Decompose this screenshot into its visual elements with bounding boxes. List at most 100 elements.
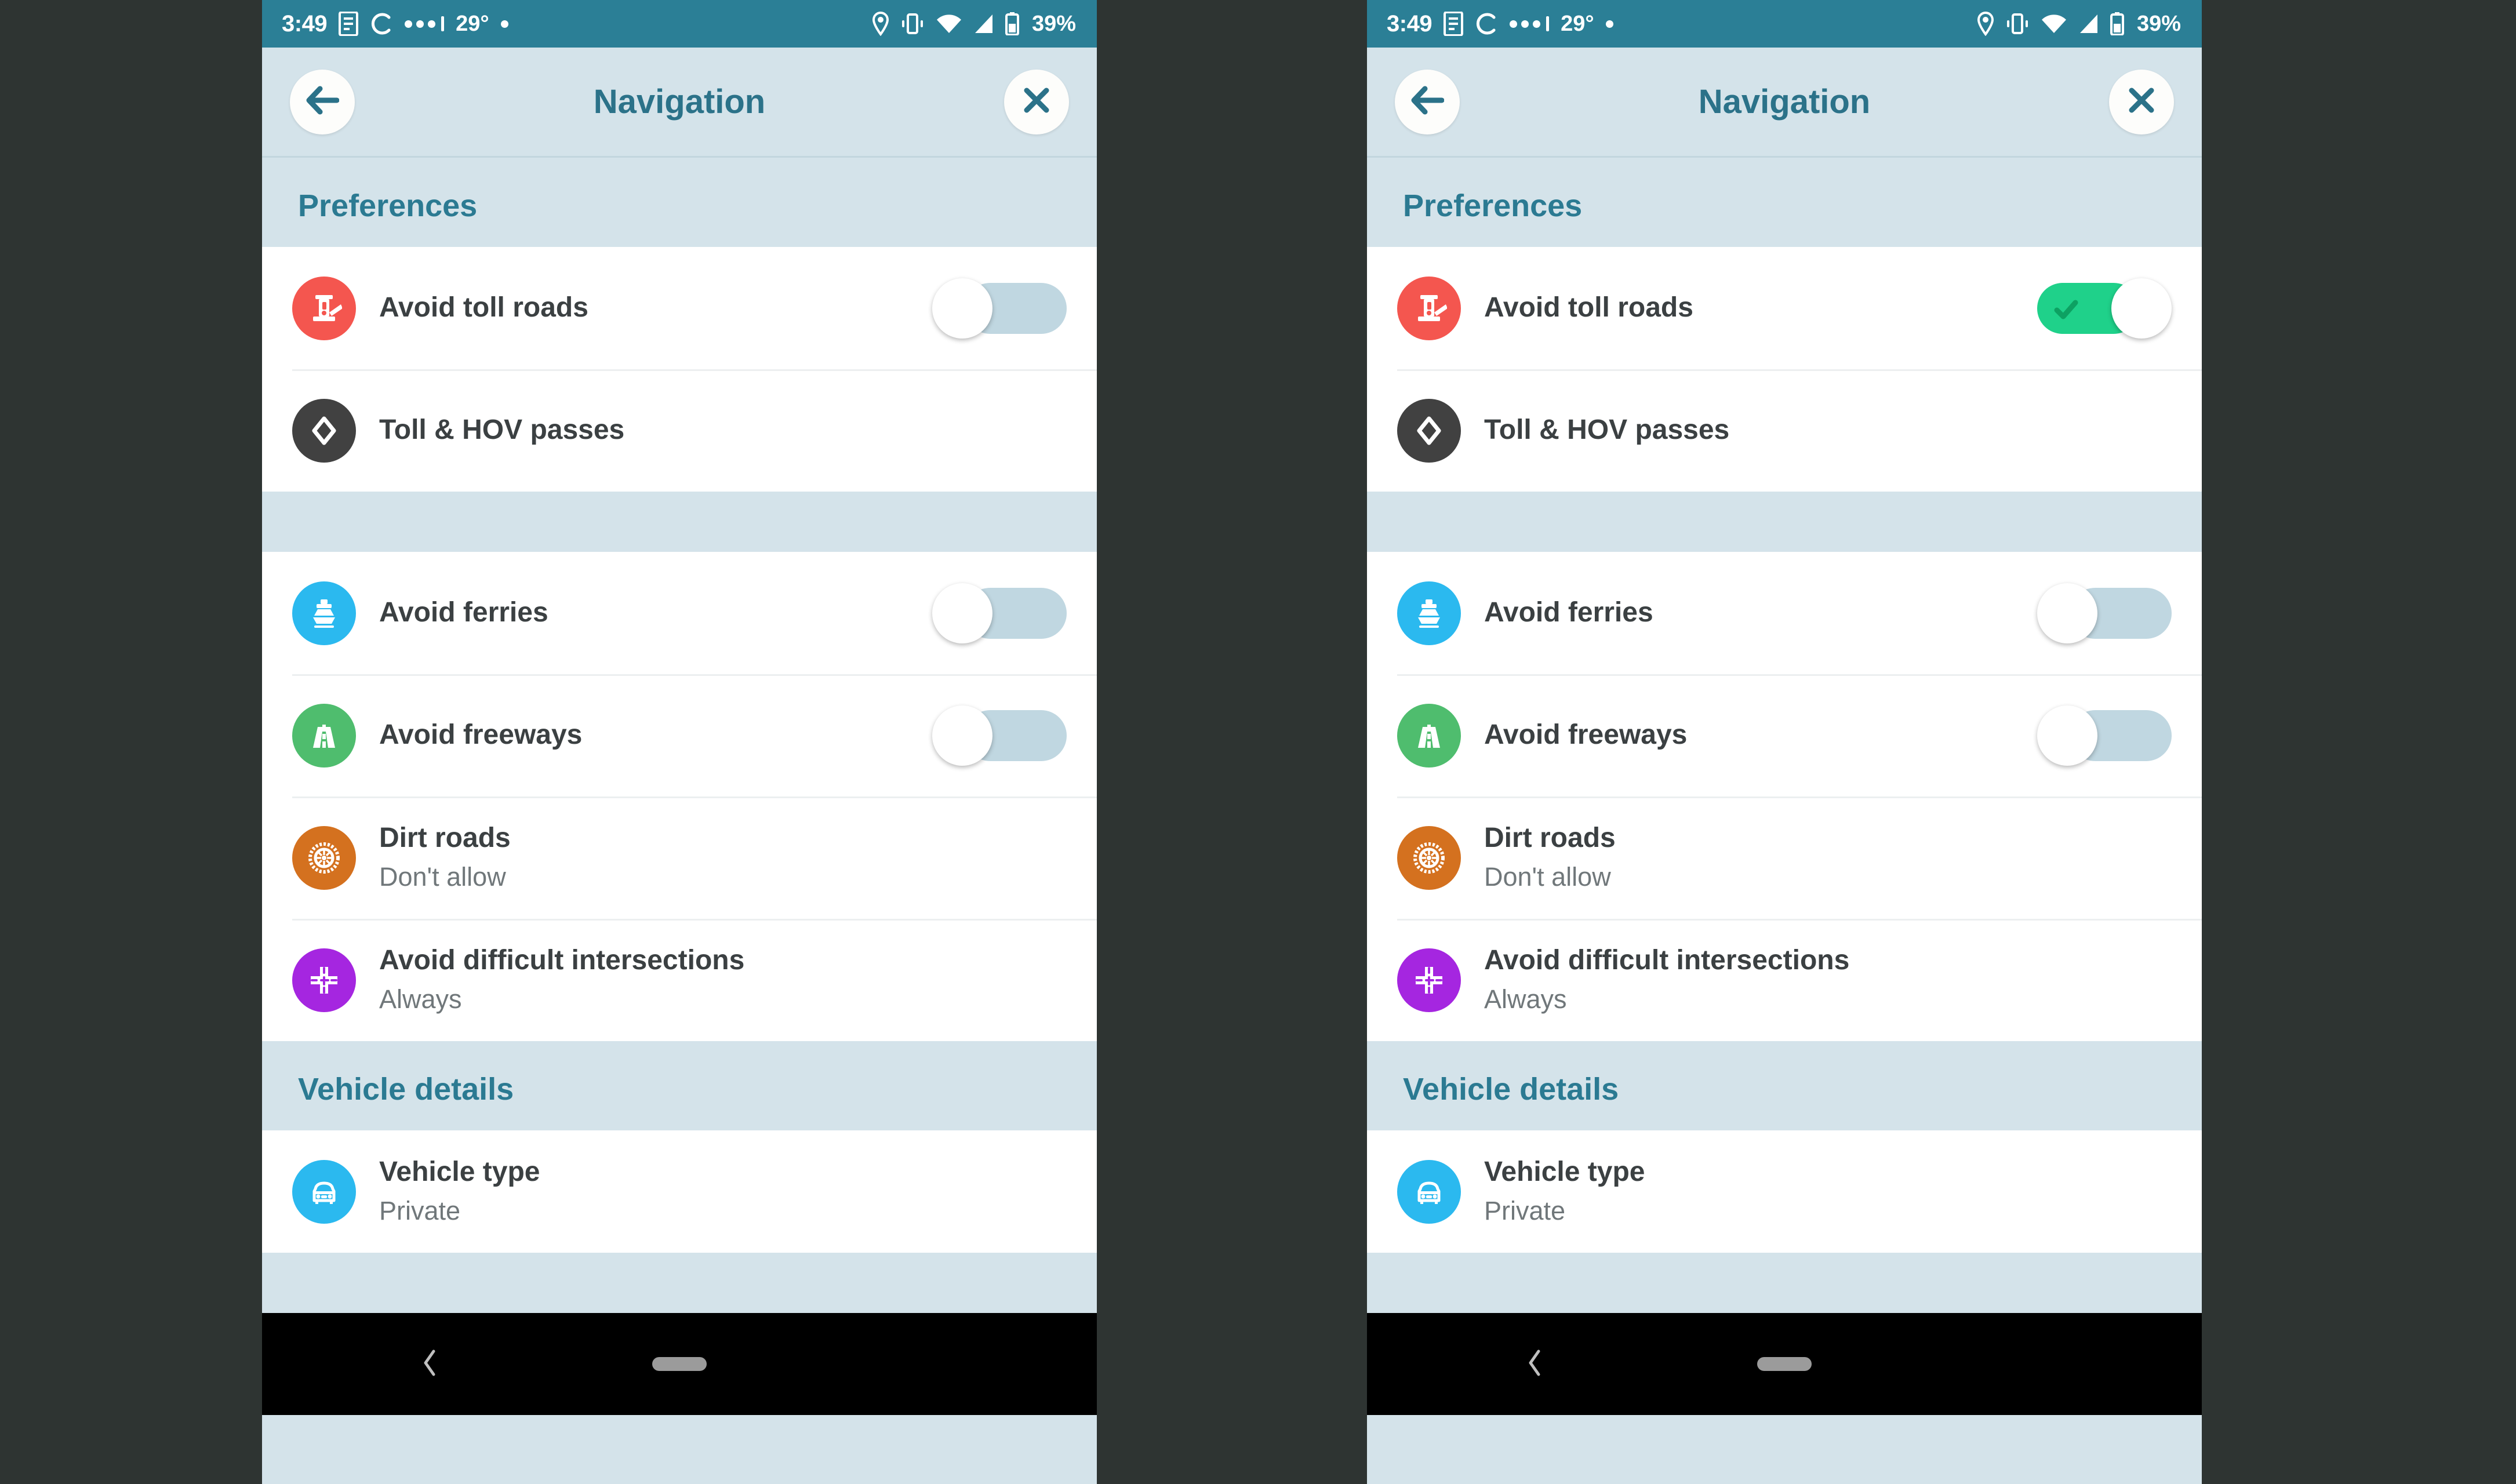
- row-text: Vehicle type Private: [379, 1156, 1067, 1226]
- intersection-icon: [292, 948, 356, 1012]
- hov-diamond-icon: [1397, 398, 1461, 463]
- row-avoid-toll-roads[interactable]: Avoid toll roads: [1367, 247, 2202, 369]
- row-title: Avoid ferries: [379, 597, 548, 628]
- row-title: Vehicle type: [379, 1156, 540, 1188]
- ferry-icon: [1397, 581, 1461, 645]
- close-icon: [2127, 86, 2156, 118]
- status-bar-right: 39%: [1977, 12, 2181, 37]
- row-dirt-roads[interactable]: Dirt roads Don't allow: [1367, 796, 2202, 919]
- row-subtitle: Always: [1484, 984, 1567, 1014]
- row-text: Avoid toll roads: [1484, 292, 2037, 323]
- intersection-icon: [1397, 948, 1461, 1012]
- hov-diamond-icon: [292, 398, 356, 463]
- status-battery-percent: 39%: [1031, 11, 1076, 36]
- checkmark-icon: [2052, 296, 2080, 323]
- status-temperature: 29°: [456, 11, 489, 36]
- row-toll-hov-passes[interactable]: Toll & HOV passes: [262, 369, 1097, 492]
- freeway-icon: [292, 703, 356, 768]
- row-text: Toll & HOV passes: [379, 414, 1067, 446]
- toggle-knob: [2037, 583, 2097, 643]
- back-button[interactable]: [290, 69, 355, 134]
- close-button[interactable]: [1004, 69, 1069, 134]
- row-title: Avoid difficult intersections: [1484, 945, 1850, 976]
- status-bar-left: 3:49 29°: [1387, 11, 1613, 37]
- cellular-signal-icon: [2078, 13, 2100, 34]
- toggle-avoid-toll-roads[interactable]: [2037, 278, 2172, 339]
- section-header-preferences: Preferences: [262, 158, 1097, 247]
- car-icon: [1397, 1159, 1461, 1224]
- car-icon: [292, 1159, 356, 1224]
- toggle-knob: [932, 583, 992, 643]
- row-vehicle-type[interactable]: Vehicle type Private: [1367, 1130, 2202, 1253]
- row-avoid-difficult-intersections[interactable]: Avoid difficult intersections Always: [262, 919, 1097, 1041]
- preferences-card-2: Avoid ferries Avoid freeways Dirt roads …: [262, 552, 1097, 1041]
- row-subtitle: Don't allow: [1484, 862, 1611, 892]
- toll-booth-icon: [1397, 276, 1461, 340]
- toggle-avoid-ferries[interactable]: [932, 583, 1067, 643]
- row-avoid-freeways[interactable]: Avoid freeways: [1367, 674, 2202, 796]
- row-text: Dirt roads Don't allow: [1484, 823, 2172, 892]
- toggle-avoid-freeways[interactable]: [2037, 705, 2172, 766]
- row-title: Dirt roads: [1484, 823, 1616, 854]
- toggle-avoid-ferries[interactable]: [2037, 583, 2172, 643]
- toggle-avoid-freeways[interactable]: [932, 705, 1067, 766]
- row-subtitle: Always: [379, 984, 462, 1014]
- page-title: Navigation: [1698, 83, 1871, 121]
- freeway-icon: [1397, 703, 1461, 768]
- row-avoid-freeways[interactable]: Avoid freeways: [262, 674, 1097, 796]
- status-bar: 3:49 29° 39%: [262, 0, 1097, 48]
- row-avoid-difficult-intersections[interactable]: Avoid difficult intersections Always: [1367, 919, 2202, 1041]
- row-title: Avoid freeways: [1484, 719, 1688, 751]
- section-header-vehicle-details: Vehicle details: [262, 1041, 1097, 1130]
- row-text: Avoid freeways: [379, 719, 932, 751]
- row-toll-hov-passes[interactable]: Toll & HOV passes: [1367, 369, 2202, 492]
- row-vehicle-type[interactable]: Vehicle type Private: [262, 1130, 1097, 1253]
- row-text: Avoid difficult intersections Always: [379, 945, 1067, 1014]
- row-text: Avoid ferries: [1484, 597, 2037, 628]
- nav-back-button[interactable]: [1367, 1313, 2202, 1415]
- toll-booth-icon: [292, 276, 356, 340]
- battery-icon: [1005, 12, 1019, 35]
- row-title: Avoid toll roads: [1484, 292, 1693, 323]
- close-icon: [1022, 86, 1051, 118]
- toggle-knob: [932, 278, 992, 339]
- toggle-knob: [2037, 705, 2097, 766]
- preferences-card-1: Avoid toll roads Toll & HOV passes: [262, 247, 1097, 492]
- tire-icon: [1397, 825, 1461, 890]
- row-title: Avoid ferries: [1484, 597, 1653, 628]
- toggle-knob: [932, 705, 992, 766]
- row-avoid-toll-roads[interactable]: Avoid toll roads: [262, 247, 1097, 369]
- phone-screen-right: 3:49 29° 39% Navigation Preferences Avoi…: [1367, 0, 2202, 1484]
- toggle-avoid-toll-roads[interactable]: [932, 278, 1067, 339]
- sync-icon: [370, 12, 393, 36]
- back-arrow-icon: [306, 86, 340, 118]
- bottom-gap: [1367, 1253, 2202, 1313]
- settings-content: Preferences Avoid toll roads Toll & HOV …: [1367, 158, 2202, 1313]
- location-pin-icon: [872, 12, 889, 36]
- small-dot-icon: [1605, 20, 1613, 28]
- section-gap: [262, 492, 1097, 552]
- row-avoid-ferries[interactable]: Avoid ferries: [1367, 552, 2202, 674]
- row-avoid-ferries[interactable]: Avoid ferries: [262, 552, 1097, 674]
- app-header: Navigation: [1367, 48, 2202, 158]
- row-title: Avoid toll roads: [379, 292, 588, 323]
- vibrate-icon: [2005, 12, 2030, 35]
- row-dirt-roads[interactable]: Dirt roads Don't allow: [262, 796, 1097, 919]
- phone-screen-left: 3:49 29° 39% Navigation Preferences Avoi…: [262, 0, 1097, 1484]
- close-button[interactable]: [2109, 69, 2174, 134]
- row-text: Avoid toll roads: [379, 292, 932, 323]
- status-battery-percent: 39%: [2136, 11, 2181, 36]
- preferences-card-1: Avoid toll roads Toll & HOV passes: [1367, 247, 2202, 492]
- ferry-icon: [292, 581, 356, 645]
- settings-content: Preferences Avoid toll roads Toll & HOV …: [262, 158, 1097, 1313]
- app-header: Navigation: [262, 48, 1097, 158]
- location-pin-icon: [1977, 12, 1994, 36]
- status-bar: 3:49 29° 39%: [1367, 0, 2202, 48]
- status-time: 3:49: [1387, 10, 1432, 37]
- status-bar-right: 39%: [872, 12, 1076, 37]
- system-nav-bar: [1367, 1313, 2202, 1415]
- back-button[interactable]: [1395, 69, 1460, 134]
- section-gap: [1367, 492, 2202, 552]
- nav-back-button[interactable]: [262, 1313, 1097, 1415]
- row-title: Toll & HOV passes: [1484, 414, 1730, 446]
